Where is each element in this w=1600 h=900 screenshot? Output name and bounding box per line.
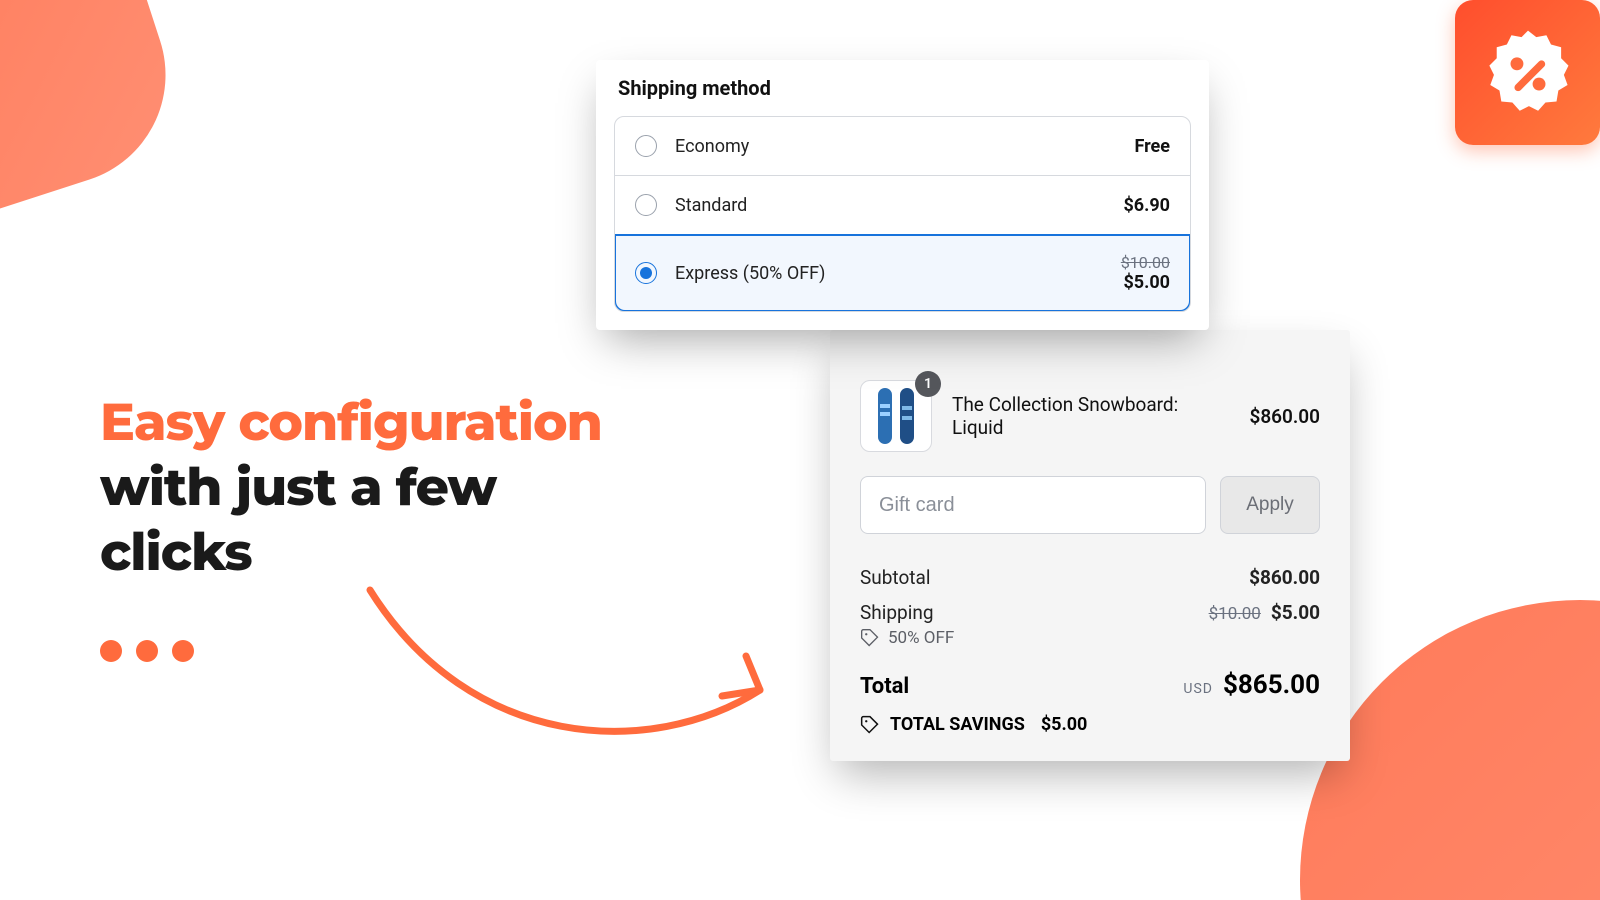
- subtotal-label: Subtotal: [860, 566, 1249, 589]
- shipping-option-label: Standard: [675, 195, 1123, 216]
- discount-tag-row: 50% OFF: [860, 628, 1320, 648]
- snowboard-icon: [872, 386, 920, 446]
- shipping-option-discounted: $5.00: [1123, 272, 1170, 293]
- shipping-option-price: $6.90: [1123, 195, 1170, 216]
- shipping-label: Shipping: [860, 601, 1209, 624]
- shipping-option-price: Free: [1134, 136, 1170, 157]
- total-row: Total USD $865.00: [860, 658, 1320, 706]
- arrow-icon: [350, 570, 800, 770]
- product-price: $860.00: [1249, 405, 1320, 428]
- shipping-method-card: Shipping method Economy Free Standard $6…: [596, 60, 1209, 330]
- total-label: Total: [860, 674, 1183, 699]
- giftcard-input[interactable]: [860, 476, 1206, 534]
- shipping-option-label: Economy: [675, 136, 1134, 157]
- radio-icon: [635, 194, 657, 216]
- total-value: $865.00: [1223, 670, 1320, 700]
- subtotal-value: $860.00: [1249, 566, 1320, 589]
- quantity-badge: 1: [915, 371, 941, 397]
- discount-badge: [1455, 0, 1600, 145]
- shipping-option-express[interactable]: Express (50% OFF) $10.00 $5.00: [615, 235, 1190, 311]
- savings-label: TOTAL SAVINGS: [890, 714, 1025, 735]
- shipping-option-standard[interactable]: Standard $6.90: [615, 176, 1190, 235]
- subtotal-row: Subtotal $860.00: [860, 560, 1320, 595]
- radio-icon: [635, 262, 657, 284]
- headline-rest: with just a few clicks: [100, 456, 496, 584]
- currency-code: USD: [1183, 681, 1213, 697]
- shipping-option-price: $10.00 $5.00: [1121, 253, 1170, 293]
- shipping-option-original: $10.00: [1121, 253, 1170, 272]
- shipping-method-title: Shipping method: [596, 72, 1209, 116]
- shipping-discounted: $5.00: [1271, 601, 1320, 624]
- savings-value: $5.00: [1041, 714, 1088, 735]
- order-summary-card: 1 The Collection Snowboard: Liquid $860.…: [830, 330, 1350, 761]
- savings-row: TOTAL SAVINGS $5.00: [860, 714, 1320, 735]
- ellipsis-dots: [100, 640, 194, 662]
- discount-seal-icon: [1482, 27, 1574, 119]
- shipping-option-label: Express (50% OFF): [675, 263, 1121, 284]
- cart-line-item: 1 The Collection Snowboard: Liquid $860.…: [860, 380, 1320, 452]
- shipping-options-list: Economy Free Standard $6.90 Express (50%…: [614, 116, 1191, 312]
- tag-icon: [860, 628, 880, 648]
- product-name: The Collection Snowboard: Liquid: [952, 393, 1229, 439]
- tag-icon: [860, 715, 880, 735]
- shipping-option-economy[interactable]: Economy Free: [615, 117, 1190, 176]
- decorative-blob-top-left: [0, 0, 194, 241]
- shipping-value: $10.00 $5.00: [1209, 601, 1320, 624]
- radio-icon: [635, 135, 657, 157]
- product-thumbnail: 1: [860, 380, 932, 452]
- headline-accent: Easy configuration: [100, 390, 660, 455]
- headline: Easy configuration with just a few click…: [100, 390, 660, 585]
- apply-button[interactable]: Apply: [1220, 476, 1320, 534]
- shipping-original: $10.00: [1209, 604, 1261, 624]
- shipping-row: Shipping $10.00 $5.00: [860, 595, 1320, 630]
- discount-tag-text: 50% OFF: [888, 628, 954, 648]
